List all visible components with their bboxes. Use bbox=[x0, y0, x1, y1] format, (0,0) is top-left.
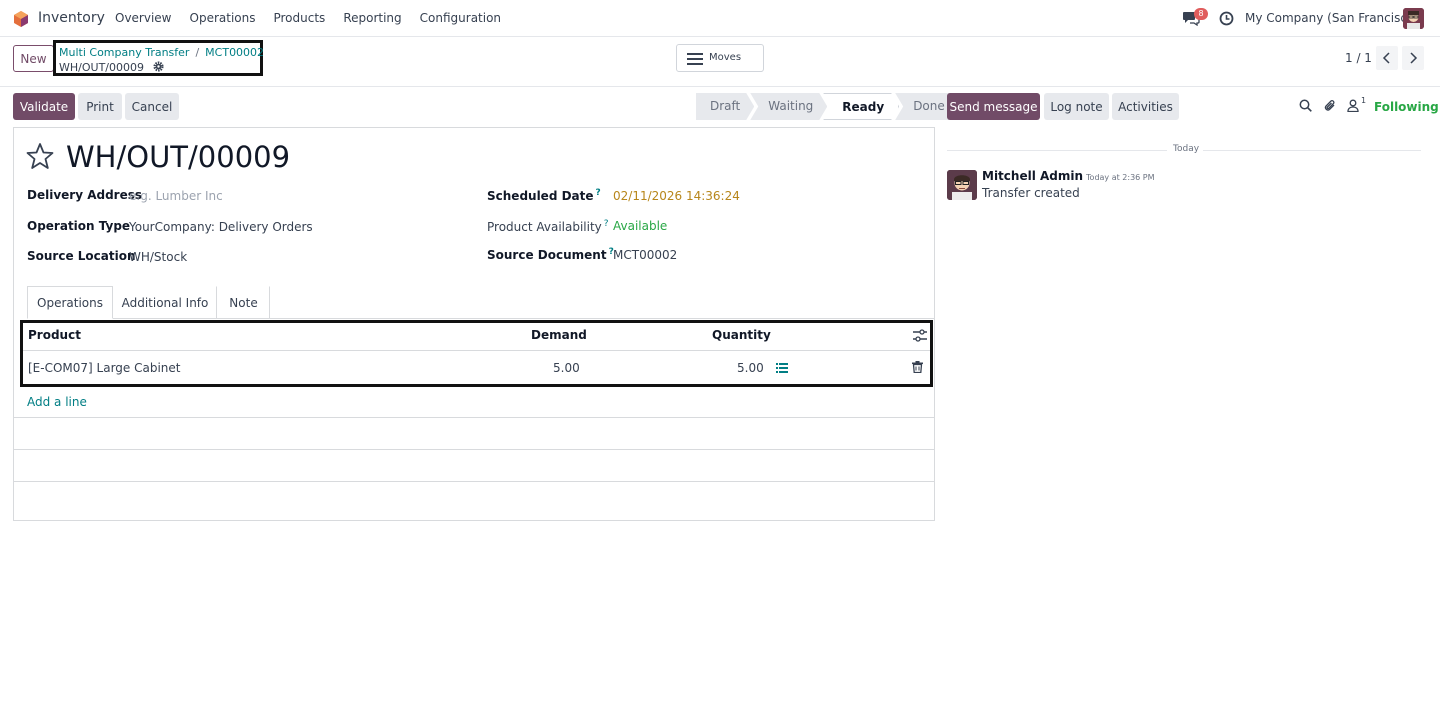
product-availability-label: Product Availability? bbox=[487, 219, 609, 234]
menu-configuration[interactable]: Configuration bbox=[420, 11, 501, 25]
moves-label: Moves bbox=[709, 52, 742, 63]
moves-smart-button[interactable]: Moves bbox=[676, 44, 764, 72]
notebook-tabs: Operations Additional Info Note bbox=[27, 286, 935, 319]
messaging-badge: 8 bbox=[1194, 8, 1208, 20]
top-navbar: Inventory Overview Operations Products R… bbox=[0, 0, 1440, 37]
activities-button[interactable]: Activities bbox=[1112, 93, 1179, 120]
stage-draft[interactable]: Draft bbox=[696, 93, 754, 120]
search-icon[interactable] bbox=[1299, 99, 1312, 112]
column-header-product[interactable]: Product bbox=[28, 328, 81, 342]
tab-note[interactable]: Note bbox=[217, 286, 270, 319]
app-name[interactable]: Inventory bbox=[38, 10, 105, 26]
paperclip-icon[interactable] bbox=[1324, 99, 1337, 113]
send-message-button[interactable]: Send message bbox=[947, 93, 1040, 120]
source-location-field[interactable]: WH/Stock bbox=[129, 250, 187, 264]
star-icon[interactable] bbox=[26, 142, 54, 170]
message-timestamp: Today at 2:36 PM bbox=[1086, 173, 1155, 182]
message-body: Transfer created bbox=[982, 186, 1080, 200]
menu-reporting[interactable]: Reporting bbox=[343, 11, 401, 25]
empty-row-divider bbox=[14, 481, 934, 482]
log-note-button[interactable]: Log note bbox=[1044, 93, 1109, 120]
new-button[interactable]: New bbox=[13, 45, 54, 72]
help-tooltip-icon[interactable]: ? bbox=[604, 219, 609, 229]
tab-operations[interactable]: Operations bbox=[27, 286, 113, 319]
source-location-label: Source Location bbox=[27, 249, 136, 263]
delivery-address-label: Delivery Address bbox=[27, 188, 143, 202]
cell-quantity[interactable]: 5.00 bbox=[737, 361, 764, 375]
chevron-left-icon bbox=[1382, 52, 1390, 64]
pager-next-button[interactable] bbox=[1402, 46, 1424, 70]
message-author: Mitchell Admin Today at 2:36 PM bbox=[982, 169, 1155, 183]
pager-previous-button[interactable] bbox=[1376, 46, 1398, 70]
validate-button[interactable]: Validate bbox=[13, 93, 75, 120]
control-panel: New Multi Company Transfer / MCT00002 WH/O… bbox=[0, 37, 1440, 87]
gear-icon[interactable] bbox=[153, 61, 165, 72]
column-header-demand[interactable]: Demand bbox=[531, 328, 587, 342]
stage-waiting[interactable]: Waiting bbox=[750, 93, 827, 120]
pager-value[interactable]: 1 / 1 bbox=[1345, 51, 1372, 65]
date-separator: Today bbox=[947, 144, 1421, 156]
tab-additional-info[interactable]: Additional Info bbox=[113, 286, 217, 319]
scheduled-date-field[interactable]: 02/11/2026 14:36:24 bbox=[613, 189, 740, 203]
form-sheet: WH/OUT/00009 Delivery Address e.g. Lumbe… bbox=[13, 127, 935, 521]
help-tooltip-icon[interactable]: ? bbox=[596, 188, 601, 198]
operations-table: Product Demand Quantity [E-COM07] Large … bbox=[20, 320, 933, 387]
message-author-avatar[interactable] bbox=[947, 170, 977, 200]
user-avatar[interactable] bbox=[1403, 8, 1424, 29]
breadcrumb-parent-link[interactable]: Multi Company Transfer bbox=[59, 46, 189, 59]
source-document-field[interactable]: MCT00002 bbox=[613, 248, 677, 262]
followers-user-icon[interactable] bbox=[1347, 99, 1359, 112]
delivery-address-input[interactable]: e.g. Lumber Inc bbox=[129, 189, 223, 203]
activity-clock-icon[interactable] bbox=[1219, 11, 1234, 26]
operation-type-field[interactable]: YourCompany: Delivery Orders bbox=[129, 220, 313, 234]
followers-count: 1 bbox=[1361, 96, 1367, 105]
print-button[interactable]: Print bbox=[78, 93, 122, 120]
row-divider bbox=[23, 350, 930, 351]
column-header-quantity[interactable]: Quantity bbox=[712, 328, 771, 342]
chevron-right-icon bbox=[1410, 52, 1418, 64]
list-bars-icon bbox=[687, 53, 703, 65]
operation-type-label: Operation Type bbox=[27, 219, 131, 233]
empty-row-divider bbox=[14, 417, 934, 418]
cancel-button[interactable]: Cancel bbox=[125, 93, 179, 120]
scheduled-date-label: Scheduled Date? bbox=[487, 188, 601, 203]
date-separator-label: Today bbox=[1173, 144, 1200, 154]
trash-icon[interactable] bbox=[912, 361, 923, 373]
menu-overview[interactable]: Overview bbox=[115, 11, 172, 25]
breadcrumb: Multi Company Transfer / MCT00002 WH/OUT/0… bbox=[53, 40, 264, 76]
breadcrumb-child-link[interactable]: MCT00002 bbox=[205, 46, 264, 59]
empty-row-divider bbox=[14, 449, 934, 450]
cell-product[interactable]: [E-COM07] Large Cabinet bbox=[28, 361, 181, 375]
breadcrumb-current: WH/OUT/00009 bbox=[59, 61, 144, 74]
following-button[interactable]: Following bbox=[1374, 100, 1439, 114]
optional-columns-icon[interactable] bbox=[913, 329, 927, 342]
menu-products[interactable]: Products bbox=[273, 11, 325, 25]
stage-ready[interactable]: Ready bbox=[823, 93, 899, 120]
cell-demand[interactable]: 5.00 bbox=[553, 361, 580, 375]
record-title: WH/OUT/00009 bbox=[66, 140, 291, 174]
inventory-app-icon[interactable] bbox=[12, 10, 30, 28]
add-line-link[interactable]: Add a line bbox=[27, 395, 87, 409]
main-menu: Overview Operations Products Reporting C… bbox=[115, 11, 501, 25]
product-availability-value: Available bbox=[613, 219, 668, 233]
breadcrumb-separator: / bbox=[195, 46, 200, 59]
author-name[interactable]: Mitchell Admin bbox=[982, 169, 1083, 183]
company-switcher[interactable]: My Company (San Francisco) bbox=[1245, 11, 1419, 25]
detailed-operations-icon[interactable] bbox=[776, 363, 788, 374]
status-bar: Draft Waiting Ready Done bbox=[696, 93, 963, 120]
source-document-label: Source Document? bbox=[487, 247, 614, 262]
menu-operations[interactable]: Operations bbox=[190, 11, 256, 25]
